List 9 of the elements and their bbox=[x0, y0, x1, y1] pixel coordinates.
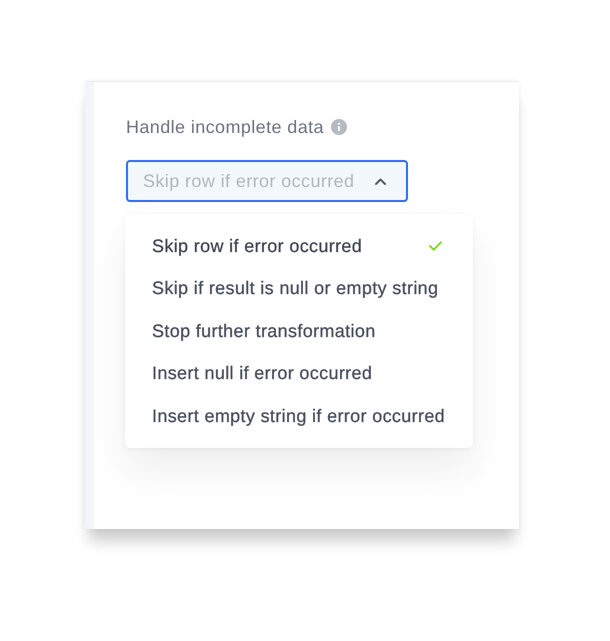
dropdown-option[interactable]: Stop further transformation bbox=[125, 310, 473, 352]
field-label: Handle incomplete data bbox=[126, 117, 324, 137]
info-icon[interactable] bbox=[330, 119, 347, 135]
dropdown-option[interactable]: Insert empty string if error occurred bbox=[125, 395, 473, 438]
dropdown-option[interactable]: Skip row if error occurred bbox=[125, 225, 473, 268]
dropdown-option[interactable]: Insert null if error occurred bbox=[125, 352, 473, 395]
dropdown-option[interactable]: Skip if result is null or empty string bbox=[125, 268, 473, 310]
check-icon bbox=[429, 241, 442, 252]
chevron-up-icon bbox=[375, 178, 386, 184]
